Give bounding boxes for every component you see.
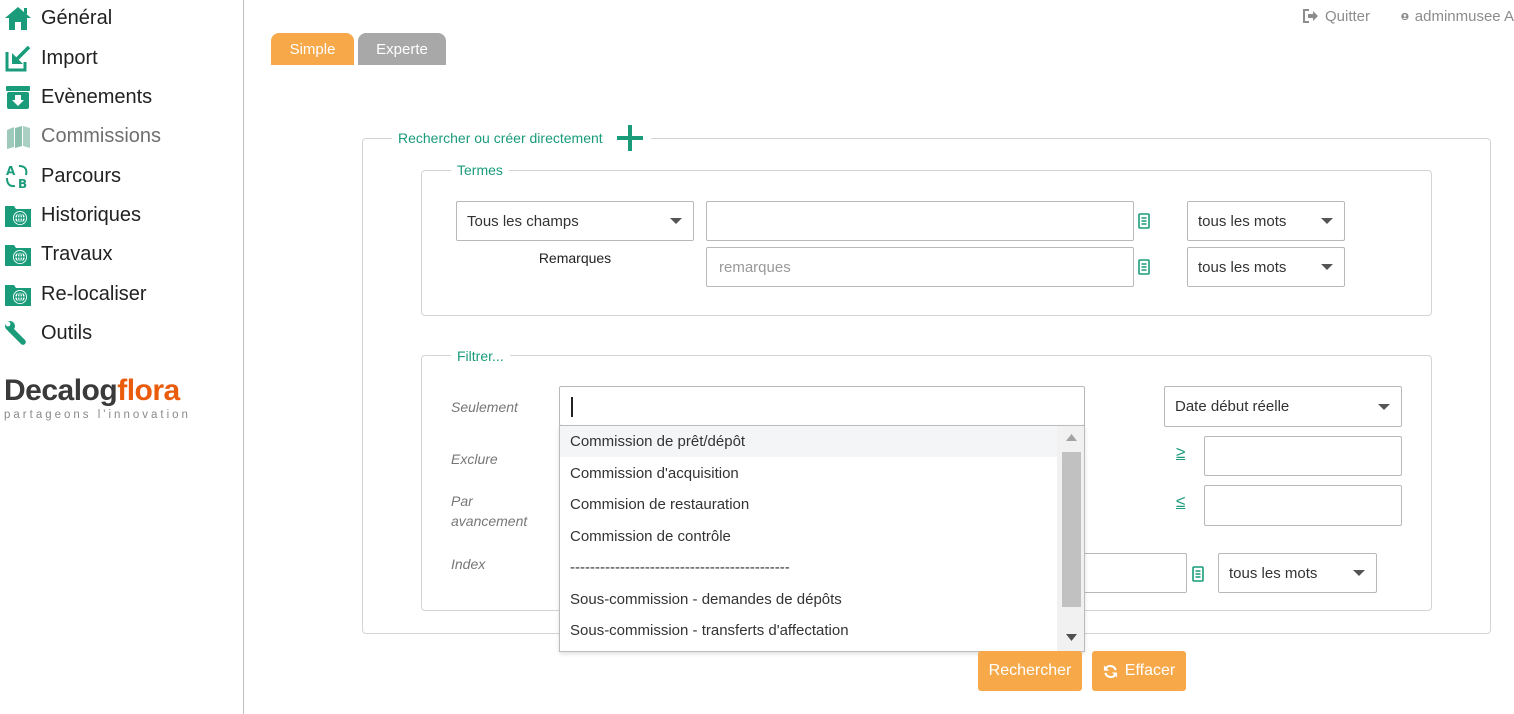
sidebar-item-evenements[interactable]: Evènements [4,82,152,112]
filter-legend: Filtrer... [451,347,510,365]
date-to-input[interactable] [1204,485,1402,526]
dropdown-option[interactable]: Commision de restauration [560,489,1057,520]
sidebar-item-label: Travaux [41,242,113,265]
sidebar-item-label: Général [41,6,113,29]
date-select[interactable]: Date début réelle [1164,386,1402,427]
tab-simple[interactable]: Simple [271,33,354,65]
exclude-label: Exclure [451,451,498,467]
scrollbar-thumb[interactable] [1062,452,1081,607]
brand-logo: Decalogflora partageons l'innovation [4,374,191,422]
date-from-input[interactable] [1204,436,1402,476]
chevron-down-icon [670,218,682,224]
sidebar-item-travaux[interactable]: Travaux [4,239,113,269]
add-icon[interactable] [615,123,645,153]
book-icon[interactable] [1192,566,1204,582]
books-icon [4,122,32,150]
sidebar-item-label: Evènements [41,85,153,108]
remarks-label: Remarques [538,250,612,266]
search-button[interactable]: Rechercher [978,651,1082,691]
svg-text:B: B [18,177,27,190]
field-select[interactable]: Tous les champs [456,201,694,241]
chevron-down-icon [1321,264,1333,270]
quit-link[interactable]: Quitter [1303,6,1370,26]
sign-out-icon [1303,9,1318,23]
book-icon[interactable] [1138,213,1150,229]
sidebar-item-commissions[interactable]: Commissions [4,121,161,151]
match-mode-select[interactable]: tous les mots [1187,201,1345,241]
sidebar: Général Import Evènements Commissions AB… [0,0,244,714]
dropdown-option[interactable]: Commission d'acquisition [560,458,1057,489]
book-icon[interactable] [1138,259,1150,275]
gte-symbol: ≥ [1176,443,1186,462]
sidebar-item-label: Import [41,46,98,69]
chevron-down-icon [1353,570,1365,576]
terms-input[interactable] [706,201,1134,241]
commission-dropdown[interactable]: Commission de prêt/dépôt Commission d'ac… [559,425,1085,652]
sidebar-item-import[interactable]: Import [4,43,98,73]
import-icon [4,44,32,72]
sidebar-item-label: Historiques [41,203,142,226]
sidebar-item-historiques[interactable]: Historiques [4,200,141,230]
folder-globe-icon [4,240,32,268]
chevron-down-icon [1378,403,1390,410]
sidebar-item-parcours[interactable]: AB Parcours [4,161,121,191]
sidebar-item-re-localiser[interactable]: Re-localiser [4,279,147,309]
only-label: Seulement [451,399,518,415]
user-name: adminmusee A [1414,7,1514,25]
sidebar-item-label: Parcours [41,164,122,187]
terms-legend: Termes [451,161,509,179]
lte-symbol: ≤ [1176,492,1186,511]
only-input[interactable] [559,386,1085,426]
terms-fieldset [421,170,1432,316]
a-to-b-icon: AB [4,162,32,190]
wrench-icon [4,319,32,347]
dropdown-option[interactable]: Sous-commission - demandes de dépôts [560,584,1057,615]
progress-label: Par [451,493,473,509]
sidebar-item-label: Outils [41,321,93,344]
folder-globe-icon [4,201,32,229]
index-match-mode-select[interactable]: tous les mots [1218,553,1377,593]
scroll-down-icon[interactable] [1066,634,1077,641]
user-icon [1401,12,1409,20]
sidebar-item-outils[interactable]: Outils [4,318,92,348]
svg-text:A: A [6,164,16,178]
clear-button[interactable]: Effacer [1092,651,1186,691]
sidebar-item-label: Re-localiser [41,282,147,305]
tab-experte[interactable]: Experte [358,33,446,65]
progress-label-2: avancement [451,513,528,529]
dropdown-option[interactable]: Commission de prêt/dépôt [560,426,1057,457]
remarks-placeholder: remarques [719,258,791,276]
sidebar-item-general[interactable]: Général [4,3,112,33]
text-cursor [571,397,573,417]
dropdown-separator: ----------------------------------------… [570,559,790,576]
home-icon [4,4,32,32]
user-menu[interactable]: adminmusee A [1401,6,1514,26]
refresh-icon [1103,664,1117,678]
folder-globe-icon [4,280,32,308]
index-label: Index [451,556,486,572]
chevron-down-icon [1321,218,1333,224]
search-legend: Rechercher ou créer directement [392,123,651,153]
scroll-up-icon[interactable] [1066,434,1077,441]
dropdown-option[interactable]: Sous-commission - transferts d'affectati… [560,615,1057,646]
sidebar-item-label: Commissions [41,124,162,147]
remarks-match-mode-select[interactable]: tous les mots [1187,247,1345,287]
remarks-input[interactable]: remarques [706,247,1134,287]
quit-label: Quitter [1325,7,1371,25]
dropdown-option[interactable]: Commission de contrôle [560,521,1057,552]
download-box-icon [4,83,32,111]
